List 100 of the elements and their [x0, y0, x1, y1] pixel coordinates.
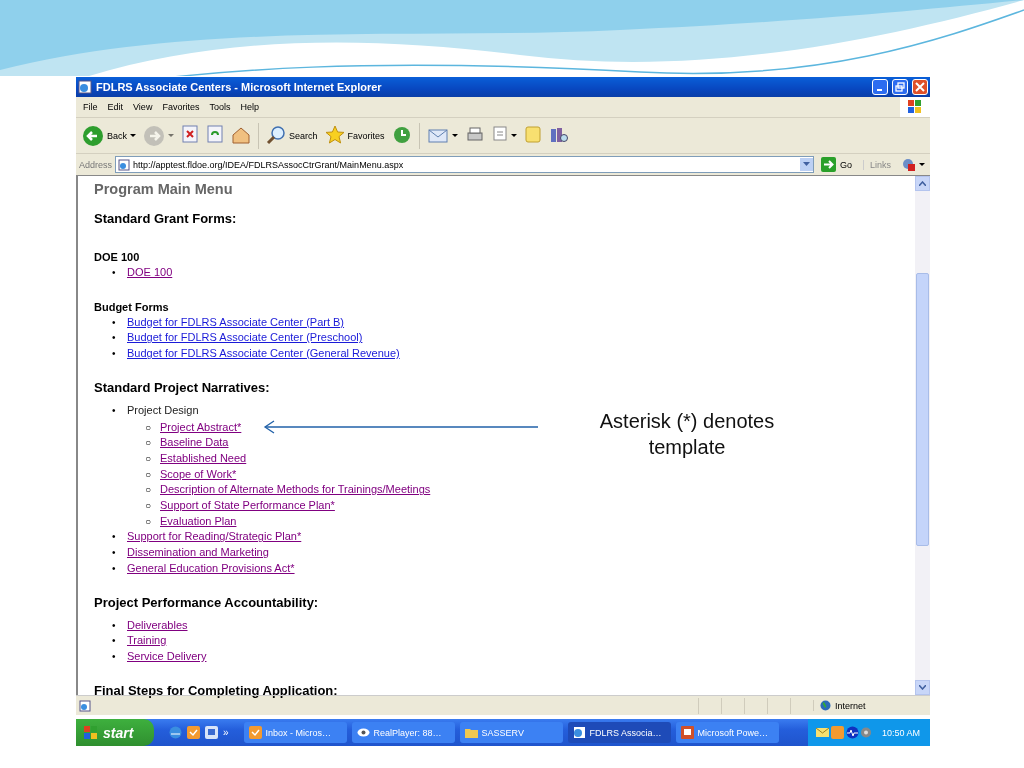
taskbar-button[interactable]: Microsoft Powe…	[675, 722, 779, 743]
link[interactable]: DOE 100	[127, 266, 173, 278]
pulse-icon[interactable]	[845, 726, 859, 739]
windows-logo-icon	[907, 99, 923, 115]
link[interactable]: Budget for FDLRS Associate Center (General Revenue)	[127, 347, 400, 360]
bullet: •	[112, 266, 117, 280]
scroll-down-button[interactable]	[915, 680, 930, 695]
arrow-icon	[820, 157, 836, 172]
address-label: Address	[79, 159, 113, 170]
bullet: ○	[145, 467, 153, 482]
link[interactable]: Support of State Performance Plan*	[160, 499, 335, 512]
caret-icon[interactable]	[130, 134, 136, 137]
section-heading: Project Performance Accountability:	[94, 594, 320, 610]
subsection-heading: Budget Forms	[94, 300, 170, 313]
taskbar-button[interactable]: Inbox - Micros…	[243, 722, 347, 743]
envelope-icon[interactable]	[815, 727, 829, 738]
caret-icon[interactable]	[919, 163, 925, 166]
link[interactable]: Dissemination and Marketing	[127, 546, 269, 559]
windows-logo-icon	[84, 725, 98, 740]
menu-item[interactable]: File	[80, 102, 105, 112]
bullet: •	[112, 530, 117, 545]
link[interactable]: Description of Alternate Methods for Trainings/Meetings	[160, 483, 431, 496]
close-button[interactable]	[912, 79, 928, 95]
link[interactable]: Established Need	[160, 451, 247, 464]
link[interactable]: Evaluation Plan	[160, 514, 237, 527]
caret-icon[interactable]	[510, 134, 517, 137]
scrollbar[interactable]	[915, 176, 930, 695]
dropdown-button[interactable]	[799, 158, 813, 171]
up-caret-icon	[919, 181, 926, 186]
bullet: •	[112, 634, 117, 649]
menu-item[interactable]: Edit	[104, 102, 131, 112]
caret-icon[interactable]	[451, 134, 458, 137]
link[interactable]: Project Abstract*	[160, 420, 242, 433]
link[interactable]: General Education Provisions Act*	[127, 561, 295, 574]
menu-item[interactable]: View	[130, 102, 160, 112]
link[interactable]: Budget for FDLRS Associate Center (Preschool)	[127, 331, 363, 344]
link[interactable]: Training	[127, 634, 167, 647]
minimize-button[interactable]	[872, 79, 888, 95]
link[interactable]: Support for Reading/Strategic Plan*	[127, 530, 302, 543]
browser-page-icon	[572, 726, 586, 739]
address-field[interactable]: http://apptest.fldoe.org/IDEA/FDLRSAssocCtrGrant/MainMenu.aspx	[115, 156, 814, 173]
presentation-icon	[680, 726, 694, 739]
link[interactable]: Budget for FDLRS Associate Center (Part B)	[127, 315, 345, 328]
link[interactable]: Scope of Work*	[160, 467, 237, 480]
link[interactable]: Service Delivery	[127, 649, 207, 662]
menu-item[interactable]: Tools	[206, 102, 238, 112]
bullet: •	[112, 347, 117, 362]
bullet: •	[112, 546, 117, 561]
bullet: •	[112, 315, 117, 330]
status-zone: Internet	[835, 700, 866, 711]
bullet: ○	[145, 436, 153, 451]
bullet: ○	[145, 420, 153, 435]
globe-icon	[902, 157, 916, 172]
list-label: Project Design	[127, 403, 199, 416]
mail-app-icon[interactable]	[187, 726, 200, 739]
toolbar-extension-button[interactable]	[900, 157, 927, 172]
globe-icon	[820, 700, 831, 711]
desktop-icon[interactable]	[205, 726, 218, 739]
restore-icon	[895, 82, 905, 92]
scroll-up-button[interactable]	[915, 176, 930, 191]
caret-icon	[802, 162, 810, 167]
scroll-thumb[interactable]	[916, 273, 929, 546]
taskbar-button[interactable]: RealPlayer: 88…	[351, 722, 455, 743]
clock: 10:50 AM	[881, 727, 920, 738]
back-arrow-button[interactable]: Back	[80, 124, 138, 147]
bullet: •	[112, 331, 117, 346]
taskbar-button[interactable]: SASSERV	[459, 722, 563, 743]
eye-icon	[356, 726, 370, 739]
down-caret-icon	[919, 685, 926, 690]
go-button[interactable]: Go	[816, 157, 860, 172]
callout-text: Asterisk (*) denotes template	[598, 409, 776, 460]
window-title: FDLRS Associate Centers - Microsoft Internet Explorer	[96, 81, 383, 93]
chevron-button[interactable]: »	[223, 727, 229, 738]
star-button[interactable]: Favorites	[322, 124, 387, 147]
menu-item[interactable]: Favorites	[159, 102, 207, 112]
bullet: ○	[145, 451, 153, 466]
subsection-heading: DOE 100	[94, 251, 141, 263]
close-icon	[915, 82, 925, 92]
star-icon	[324, 124, 345, 147]
browser-icon[interactable]	[169, 726, 182, 739]
page-icon	[118, 158, 131, 171]
bullet: •	[112, 649, 117, 664]
search-icon	[266, 124, 286, 147]
menu-item[interactable]: Help	[237, 102, 266, 112]
page-icon	[79, 699, 91, 712]
bullet: •	[112, 618, 117, 633]
section-heading: Standard Project Narratives:	[94, 379, 271, 395]
section-heading: Final Steps for Completing Application:	[94, 682, 339, 698]
restore-button[interactable]	[892, 79, 908, 95]
browser-page-icon	[78, 80, 92, 94]
taskbar-button[interactable]: FDLRS Associa…	[567, 722, 671, 743]
bullet: ○	[145, 514, 153, 529]
section-heading: Standard Grant Forms:	[94, 211, 238, 226]
bullet: ○	[145, 499, 153, 514]
link[interactable]: Deliverables	[127, 618, 188, 631]
folder-icon	[464, 726, 478, 739]
page-title: Program Main Menu	[94, 181, 234, 197]
search-button[interactable]: Search	[264, 124, 320, 147]
link[interactable]: Baseline Data	[160, 436, 229, 449]
bullet: •	[112, 403, 117, 418]
